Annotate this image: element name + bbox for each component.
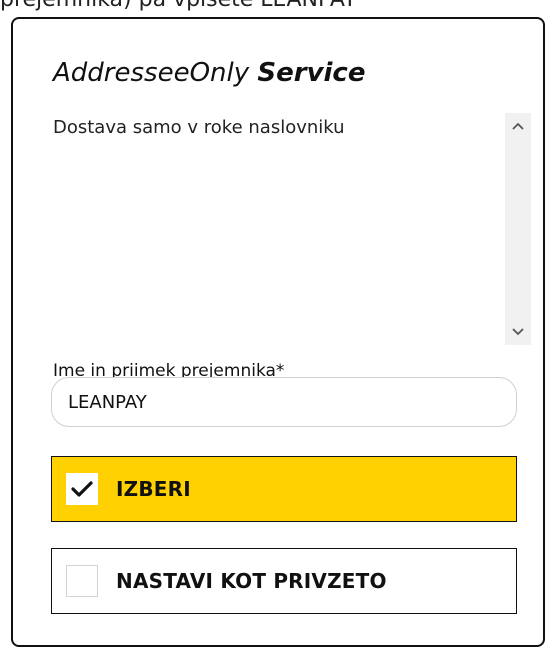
select-checkbox[interactable] [66,473,98,505]
service-title: AddresseeOnly Service [53,55,365,91]
set-default-checkbox[interactable] [66,565,98,597]
recipient-name-input[interactable]: LEANPAY [51,377,517,427]
set-default-option-button[interactable]: NASTAVI KOT PRIVZETO [51,548,517,614]
service-title-bold: Service [257,58,366,88]
select-option-button[interactable]: IZBERI [51,456,517,522]
checkmark-icon [71,481,93,497]
service-description-text: Dostava samo v roke naslovniku [53,117,345,138]
select-option-label: IZBERI [116,477,191,501]
chevron-down-icon[interactable] [505,321,531,343]
chevron-up-icon[interactable] [505,115,531,137]
service-description-box[interactable]: Dostava samo v roke naslovniku [51,113,531,345]
header-instruction-text: prejemnika) pa vpišete LEANPAY [0,0,550,16]
recipient-name-value: LEANPAY [68,391,147,413]
set-default-option-label: NASTAVI KOT PRIVZETO [116,569,387,593]
service-title-regular: AddresseeOnly [53,58,250,88]
description-scrollbar[interactable] [505,113,531,345]
service-option-card: AddresseeOnly Service Dostava samo v rok… [11,17,545,647]
